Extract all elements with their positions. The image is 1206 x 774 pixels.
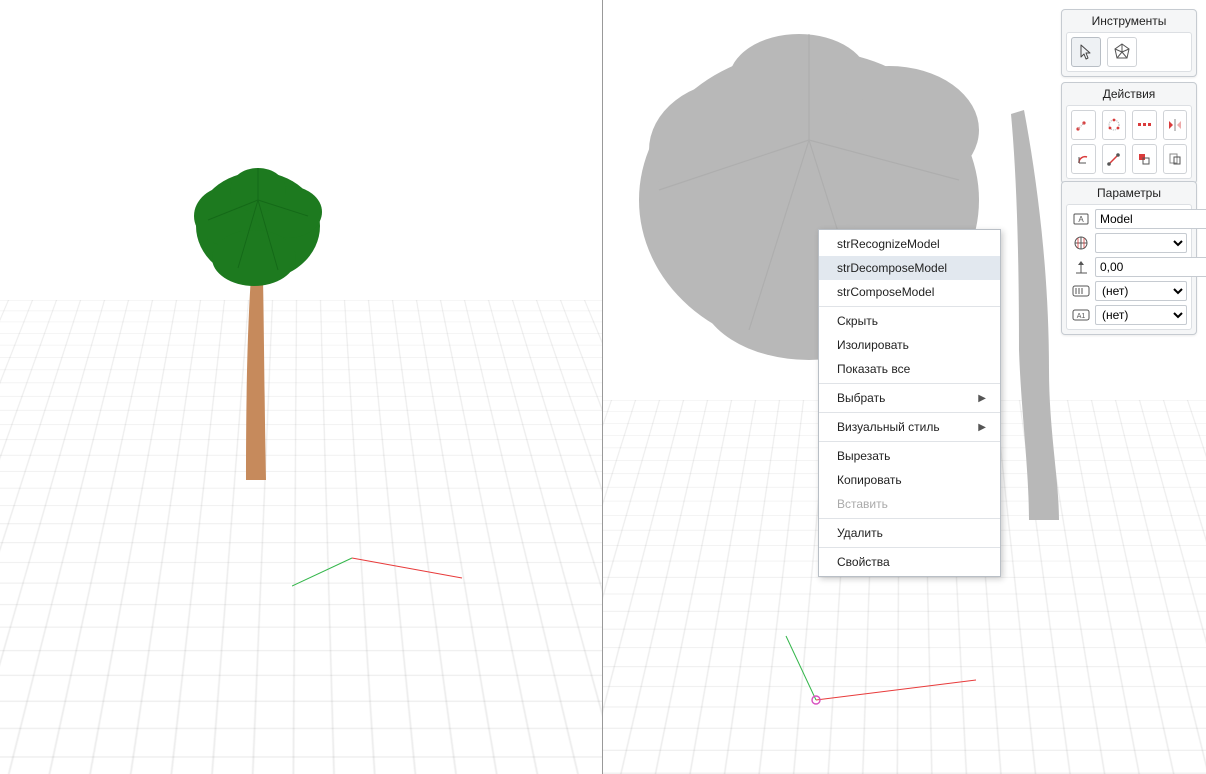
rotate90-icon: [1075, 151, 1091, 167]
menu-item-label: Вставить: [837, 497, 888, 511]
action-mirror-button[interactable]: [1163, 110, 1188, 140]
menu-item[interactable]: Визуальный стиль ▶: [819, 415, 1000, 439]
scale-icon: [1106, 151, 1122, 167]
menu-item-label: strDecomposeModel: [837, 261, 947, 275]
building-field-icon: [1071, 233, 1091, 253]
panel-actions-title: Действия: [1062, 83, 1196, 105]
origin-axes-right: [776, 630, 986, 720]
polyhedron-tool-button[interactable]: [1107, 37, 1137, 67]
rotate-dots-icon: [1106, 117, 1122, 133]
menu-separator: [819, 383, 1000, 384]
building-select[interactable]: [1095, 233, 1187, 253]
panel-actions: Действия: [1061, 82, 1197, 184]
context-menu: strRecognizeModel strDecomposeModel strCom…: [818, 229, 1001, 577]
menu-item-label: Свойства: [837, 555, 890, 569]
menu-item-label: Скрыть: [837, 314, 878, 328]
menu-item-label: strComposeModel: [837, 285, 934, 299]
menu-item-label: Копировать: [837, 473, 902, 487]
name-field-icon: A: [1071, 209, 1091, 229]
panel-parameters: Параметры A мм: [1061, 181, 1197, 335]
menu-separator: [819, 412, 1000, 413]
copy-shape-icon: [1136, 151, 1152, 167]
panel-tools-title: Инструменты: [1062, 10, 1196, 32]
action-scale-button[interactable]: [1102, 144, 1127, 174]
layer-select[interactable]: (нет): [1095, 305, 1187, 325]
menu-item[interactable]: Показать все: [819, 357, 1000, 381]
action-move-button[interactable]: [1071, 110, 1096, 140]
origin-axes-left: [292, 548, 472, 608]
svg-text:A: A: [1078, 215, 1084, 224]
menu-item-label: Показать все: [837, 362, 910, 376]
elevation-input[interactable]: [1095, 257, 1206, 277]
menu-item[interactable]: Выбрать ▶: [819, 386, 1000, 410]
menu-separator: [819, 518, 1000, 519]
action-array-button[interactable]: [1132, 110, 1157, 140]
menu-item-label: Выбрать: [837, 391, 885, 405]
menu-item[interactable]: Скрыть: [819, 309, 1000, 333]
menu-separator: [819, 441, 1000, 442]
menu-item[interactable]: strComposeModel: [819, 280, 1000, 304]
action-rotate90-button[interactable]: [1071, 144, 1096, 174]
menu-item[interactable]: strDecomposeModel: [819, 256, 1000, 280]
elevation-field-icon: [1071, 257, 1091, 277]
action-rotate-button[interactable]: [1102, 110, 1127, 140]
name-input[interactable]: [1095, 209, 1206, 229]
chevron-right-icon: ▶: [978, 393, 986, 404]
menu-item[interactable]: Изолировать: [819, 333, 1000, 357]
menu-separator: [819, 547, 1000, 548]
menu-item-label: Удалить: [837, 526, 883, 540]
cursor-icon: [1078, 44, 1094, 60]
palm-tree-left: [178, 140, 338, 500]
polyhedron-icon: [1113, 43, 1131, 61]
menu-item: Вставить: [819, 492, 1000, 516]
menu-item[interactable]: Копировать: [819, 468, 1000, 492]
menu-item-label: Визуальный стиль: [837, 420, 940, 434]
viewport-container: [0, 0, 1206, 774]
panel-tools: Инструменты: [1061, 9, 1197, 77]
menu-item[interactable]: strRecognizeModel: [819, 232, 1000, 256]
svg-text:A1: A1: [1077, 313, 1086, 320]
hatch-select[interactable]: (нет): [1095, 281, 1187, 301]
select-tool-button[interactable]: [1071, 37, 1101, 67]
move-dots-icon: [1075, 117, 1091, 133]
mirror-icon: [1167, 117, 1183, 133]
array-icon: [1136, 117, 1152, 133]
menu-item[interactable]: Удалить: [819, 521, 1000, 545]
menu-item-label: Изолировать: [837, 338, 909, 352]
viewport-left[interactable]: [0, 0, 603, 774]
layer-field-icon: A1: [1071, 305, 1091, 325]
menu-item-label: Вырезать: [837, 449, 890, 463]
menu-item-label: strRecognizeModel: [837, 237, 940, 251]
paste-shape-icon: [1167, 151, 1183, 167]
action-copy-button[interactable]: [1132, 144, 1157, 174]
chevron-right-icon: ▶: [978, 422, 986, 433]
panel-parameters-title: Параметры: [1062, 182, 1196, 204]
menu-item[interactable]: Вырезать: [819, 444, 1000, 468]
menu-item[interactable]: Свойства: [819, 550, 1000, 574]
hatch-field-icon: [1071, 281, 1091, 301]
menu-separator: [819, 306, 1000, 307]
action-paste-button[interactable]: [1163, 144, 1188, 174]
